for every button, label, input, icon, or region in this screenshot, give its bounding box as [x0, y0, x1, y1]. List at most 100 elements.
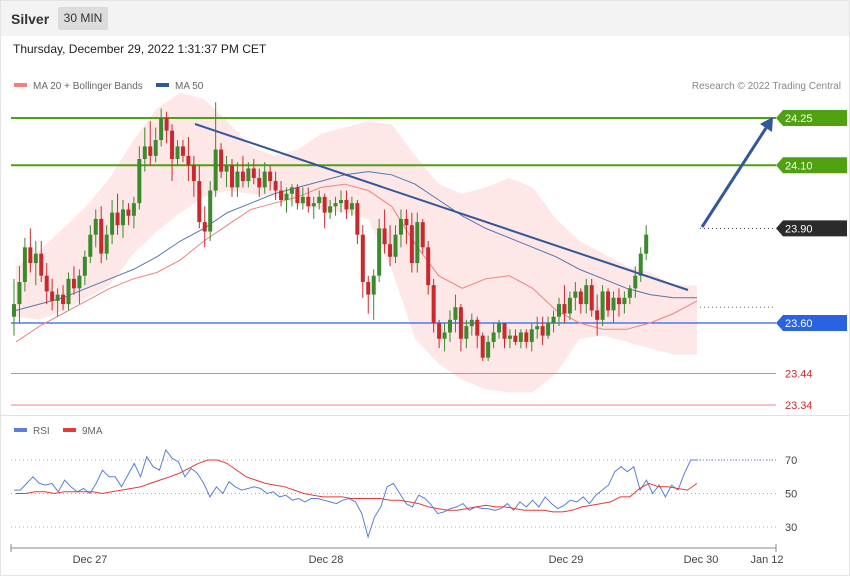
candle-body — [77, 275, 82, 289]
candle-body — [448, 319, 452, 333]
candle-body — [513, 335, 518, 342]
candle-body — [284, 193, 289, 200]
candle-body — [518, 332, 523, 342]
candle-body — [148, 146, 153, 156]
candle-body — [300, 196, 305, 204]
candle-body — [442, 332, 447, 339]
candle-body — [616, 297, 621, 305]
candle-body — [344, 200, 349, 210]
x-tick-label: Jan 12 — [750, 554, 783, 566]
candle-body — [55, 294, 60, 301]
candle-body — [219, 149, 224, 172]
candle-body — [44, 275, 49, 292]
candle-body — [170, 130, 175, 159]
candle-body — [180, 146, 185, 156]
candle-body — [17, 282, 22, 305]
candle-body — [240, 171, 245, 182]
rsi-tick-30: 30 — [785, 522, 797, 534]
candle-body — [480, 335, 485, 358]
candle-body — [126, 209, 131, 216]
candle-body — [142, 146, 147, 159]
candle-body — [584, 285, 589, 305]
level-label-23.60: 23.60 — [785, 318, 813, 330]
candle-body — [524, 332, 529, 342]
level-label-23.44: 23.44 — [785, 368, 813, 380]
x-tick-label: Dec 30 — [684, 554, 719, 566]
candle-body — [360, 234, 365, 282]
x-tick-label: Dec 27 — [73, 554, 108, 566]
candle-body — [175, 146, 180, 159]
candle-body — [573, 291, 578, 298]
candle-body — [486, 341, 491, 358]
candle-body — [507, 335, 512, 339]
candle-body — [502, 323, 507, 339]
candle-body — [535, 326, 540, 330]
candle-body — [644, 234, 649, 254]
candle-body — [39, 253, 44, 276]
candle-body — [627, 288, 632, 298]
candle-body — [595, 310, 600, 320]
candle-body — [197, 181, 202, 223]
candle-body — [464, 326, 469, 339]
candle-body — [426, 247, 431, 286]
candle-body — [409, 225, 414, 264]
candle-body — [262, 171, 267, 188]
candle-body — [491, 332, 496, 342]
candle-body — [230, 165, 234, 188]
level-label-24.10: 24.10 — [785, 160, 813, 172]
candle-body — [251, 168, 256, 178]
candle-body — [115, 212, 120, 226]
candle-body — [164, 118, 169, 131]
candle-body — [311, 203, 316, 207]
candle-body — [191, 165, 196, 182]
price-chart: 24.25 24.10 23.90 23.60 23.44 23.34 30 50 70 Dec … — [0, 92, 850, 566]
candle-body — [159, 118, 164, 141]
candle-body — [110, 212, 115, 235]
candle-body — [66, 278, 71, 305]
candle-body — [371, 275, 376, 295]
x-tick-label: Dec 28 — [309, 554, 344, 566]
candle-body — [202, 222, 207, 232]
candle-body — [497, 323, 502, 333]
candle-body — [289, 187, 294, 194]
candle-body — [453, 307, 458, 320]
candle-body — [562, 304, 567, 314]
candle-body — [600, 291, 605, 320]
candle-body — [622, 297, 627, 305]
candle-body — [366, 282, 371, 295]
candle-body — [235, 171, 240, 188]
candle-body — [578, 291, 583, 305]
candle-body — [388, 244, 393, 257]
candle-body — [82, 256, 87, 276]
level-label-24.25: 24.25 — [785, 113, 813, 125]
candle-body — [12, 304, 16, 317]
candle-body — [469, 319, 474, 327]
candle-body — [50, 291, 55, 301]
candle-body — [458, 307, 463, 339]
candle-body — [420, 222, 425, 248]
candle-body — [638, 253, 643, 276]
candle-body — [339, 200, 343, 204]
candle-body — [246, 168, 251, 182]
candle-body — [398, 218, 403, 235]
candle-body — [268, 171, 273, 182]
candle-body — [104, 234, 109, 254]
candle-body — [611, 297, 616, 311]
candle-body — [208, 190, 213, 232]
candle-body — [279, 190, 284, 200]
candle-body — [333, 203, 338, 207]
candle-body — [33, 253, 38, 264]
candle-body — [93, 218, 98, 235]
candle-body — [322, 196, 327, 213]
candle-body — [393, 234, 398, 257]
candle-body — [529, 329, 534, 342]
candle-body — [415, 222, 420, 264]
candle-body — [349, 203, 354, 210]
candle-body — [88, 234, 93, 257]
candle-body — [22, 247, 27, 282]
candle-body — [121, 209, 125, 226]
rsi-tick-50: 50 — [785, 489, 797, 501]
level-label-23.90: 23.90 — [785, 223, 813, 235]
candle-body — [540, 326, 545, 336]
candle-body — [606, 291, 611, 311]
